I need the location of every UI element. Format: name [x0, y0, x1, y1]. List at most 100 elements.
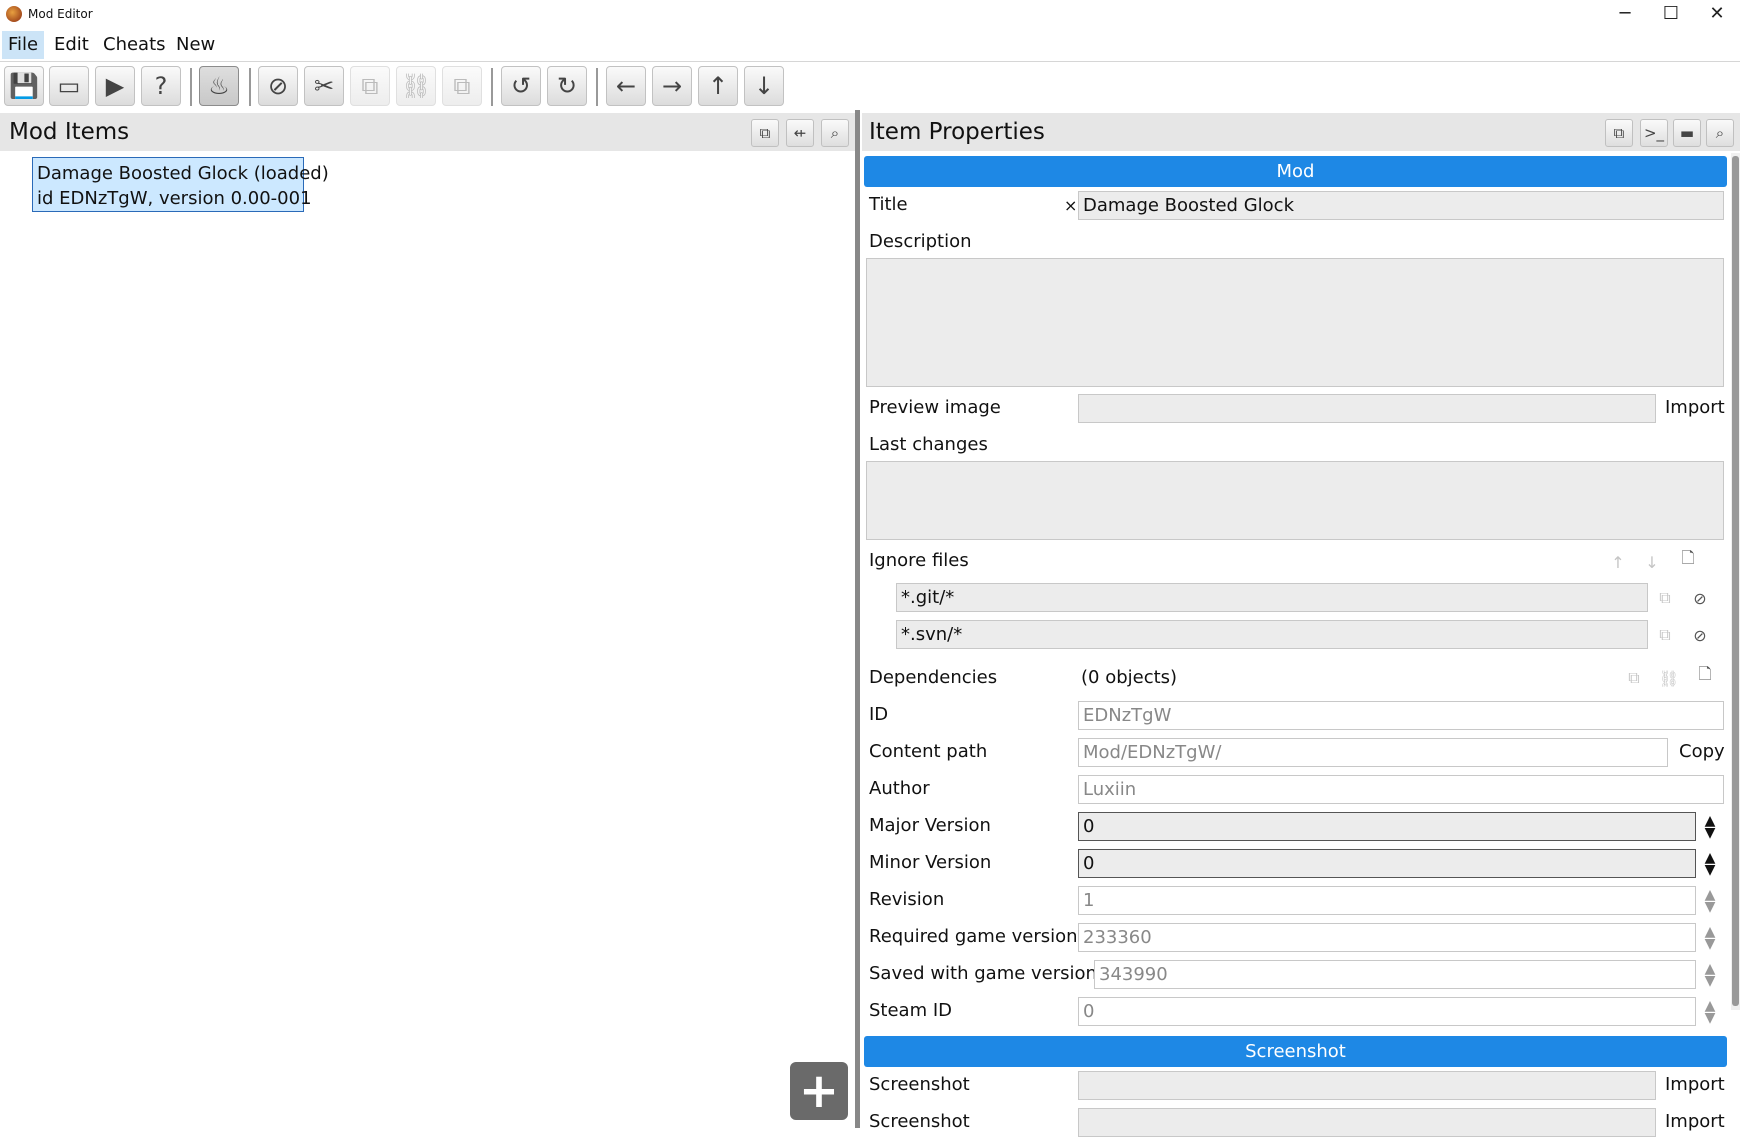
steam-upload-icon[interactable]: ♨	[199, 66, 239, 106]
content-path-input: Mod/EDNzTgW/	[1078, 738, 1668, 767]
menu-new[interactable]: New	[170, 31, 221, 59]
screenshot-input[interactable]	[1078, 1108, 1656, 1137]
preview-image-input[interactable]	[1078, 394, 1656, 423]
link-icon[interactable]: ⛓	[1655, 664, 1683, 692]
saved-game-version-spinner: ▲ ▼	[1704, 960, 1716, 989]
toolbar-separator	[596, 68, 598, 106]
revision-input: 1	[1078, 886, 1696, 915]
minor-version-spinner[interactable]: ▲ ▼	[1698, 849, 1722, 878]
author-input: Luxiin	[1078, 775, 1724, 804]
last-changes-textarea[interactable]	[866, 461, 1724, 540]
screenshot-label: Screenshot	[869, 1111, 970, 1132]
id-input: EDNzTgW	[1078, 701, 1724, 730]
minor-version-input[interactable]: 0	[1078, 849, 1696, 878]
cancel-icon[interactable]: ⊘	[258, 66, 298, 106]
dependencies-label: Dependencies	[869, 667, 998, 688]
play-icon[interactable]: ▶	[95, 66, 135, 106]
copy-path-button[interactable]: Copy	[1679, 741, 1725, 763]
mod-items-title: Mod Items	[9, 119, 130, 145]
description-label: Description	[869, 231, 972, 252]
item-properties-title: Item Properties	[869, 119, 1045, 145]
remove-icon[interactable]: ⊘	[1686, 584, 1714, 612]
toolbar-separator	[190, 68, 192, 106]
title-input[interactable]: Damage Boosted Glock	[1078, 191, 1724, 220]
ignore-file-input[interactable]: *.git/*	[896, 583, 1648, 612]
arrow-right-icon[interactable]: →	[652, 66, 692, 106]
ignore-files-label: Ignore files	[869, 550, 969, 571]
add-file-icon[interactable]: 🗋	[1674, 546, 1702, 574]
cut-icon[interactable]: ✂	[304, 66, 344, 106]
move-down-icon[interactable]: ↓	[1638, 548, 1666, 576]
description-textarea[interactable]	[866, 258, 1724, 387]
maximize-button[interactable]: ☐	[1648, 0, 1694, 28]
steam-id-spinner: ▲ ▼	[1704, 997, 1716, 1026]
close-button[interactable]: ✕	[1694, 0, 1740, 28]
menu-file[interactable]: File	[2, 31, 45, 59]
screenshot-input[interactable]	[1078, 1071, 1656, 1100]
move-up-icon[interactable]: ↑	[1604, 548, 1632, 576]
title-label: Title	[869, 194, 908, 215]
save-icon[interactable]: 💾	[4, 66, 44, 106]
required-game-version-spinner: ▲ ▼	[1704, 923, 1716, 952]
dependencies-value: (0 objects)	[1081, 667, 1178, 688]
search-icon[interactable]: ⌕	[821, 119, 849, 147]
menu-bar	[0, 28, 1740, 61]
author-label: Author	[869, 778, 930, 799]
preview-image-label: Preview image	[869, 397, 1001, 418]
usb-icon[interactable]: ⇷	[786, 119, 814, 147]
mod-tree-item[interactable]: Damage Boosted Glock (loaded) id EDNzTgW…	[32, 157, 329, 212]
required-game-version-label: Required game version	[869, 926, 1078, 947]
steam-id-label: Steam ID	[869, 1000, 953, 1021]
arrow-up-icon[interactable]: ↑	[698, 66, 738, 106]
duplicate-icon[interactable]: ⧉	[1651, 621, 1679, 649]
required-game-version-input: 233360	[1078, 923, 1696, 952]
remove-icon[interactable]: ⊘	[1686, 621, 1714, 649]
import-preview-button[interactable]: Import	[1665, 397, 1725, 419]
ignore-file-input[interactable]: *.svn/*	[896, 620, 1648, 649]
help-icon[interactable]: ?	[141, 66, 181, 106]
paste-icon[interactable]: ⧉	[442, 66, 482, 106]
menu-cheats[interactable]: Cheats	[97, 31, 172, 59]
duplicate-icon[interactable]: ⧉	[1651, 584, 1679, 612]
major-version-spinner[interactable]: ▲ ▼	[1698, 812, 1722, 841]
arrow-down-icon[interactable]: ↓	[744, 66, 784, 106]
toolbar-separator	[491, 68, 493, 106]
panel-icon[interactable]: ▬	[1673, 119, 1701, 147]
title-bar	[0, 0, 1740, 28]
minimize-button[interactable]: ─	[1602, 0, 1648, 28]
revision-spinner: ▲ ▼	[1704, 886, 1716, 915]
import-screenshot-button[interactable]: Import	[1665, 1111, 1725, 1133]
add-item-button[interactable]: +	[790, 1062, 848, 1120]
section-mod[interactable]: Mod	[864, 156, 1727, 187]
major-version-input[interactable]: 0	[1078, 812, 1696, 841]
menu-divider	[0, 61, 1740, 62]
steam-id-input: 0	[1078, 997, 1696, 1026]
section-screenshot[interactable]: Screenshot	[864, 1036, 1727, 1067]
panel-splitter[interactable]	[855, 110, 860, 1128]
add-file-icon[interactable]: 🗋	[1691, 662, 1719, 690]
copy-icon[interactable]: ⧉	[350, 66, 390, 106]
properties-scrollbar-thumb[interactable]	[1732, 156, 1739, 1006]
window-icon[interactable]: ▭	[49, 66, 89, 106]
content-path-label: Content path	[869, 741, 988, 762]
search-icon[interactable]: ⌕	[1706, 119, 1734, 147]
id-label: ID	[869, 704, 889, 725]
import-screenshot-button[interactable]: Import	[1665, 1074, 1725, 1096]
redo-icon[interactable]: ↻	[547, 66, 587, 106]
console-icon[interactable]: >_	[1640, 119, 1668, 147]
arrow-left-icon[interactable]: ←	[606, 66, 646, 106]
collapse-icon[interactable]: ⧉	[1605, 119, 1633, 147]
saved-game-version-input: 343990	[1094, 960, 1696, 989]
clear-icon[interactable]: ×	[1064, 196, 1077, 215]
menu-edit[interactable]: Edit	[48, 31, 95, 59]
window-title: Mod Editor	[28, 7, 93, 21]
screenshot-label: Screenshot	[869, 1074, 970, 1095]
app-icon	[6, 6, 22, 22]
link-icon[interactable]: ⛓	[396, 66, 436, 106]
undo-icon[interactable]: ↺	[501, 66, 541, 106]
toolbar-separator	[249, 68, 251, 106]
duplicate-icon[interactable]: ⧉	[1620, 664, 1648, 692]
collapse-icon[interactable]: ⧉	[751, 119, 779, 147]
major-version-label: Major Version	[869, 815, 991, 836]
saved-game-version-label: Saved with game version	[869, 963, 1097, 984]
